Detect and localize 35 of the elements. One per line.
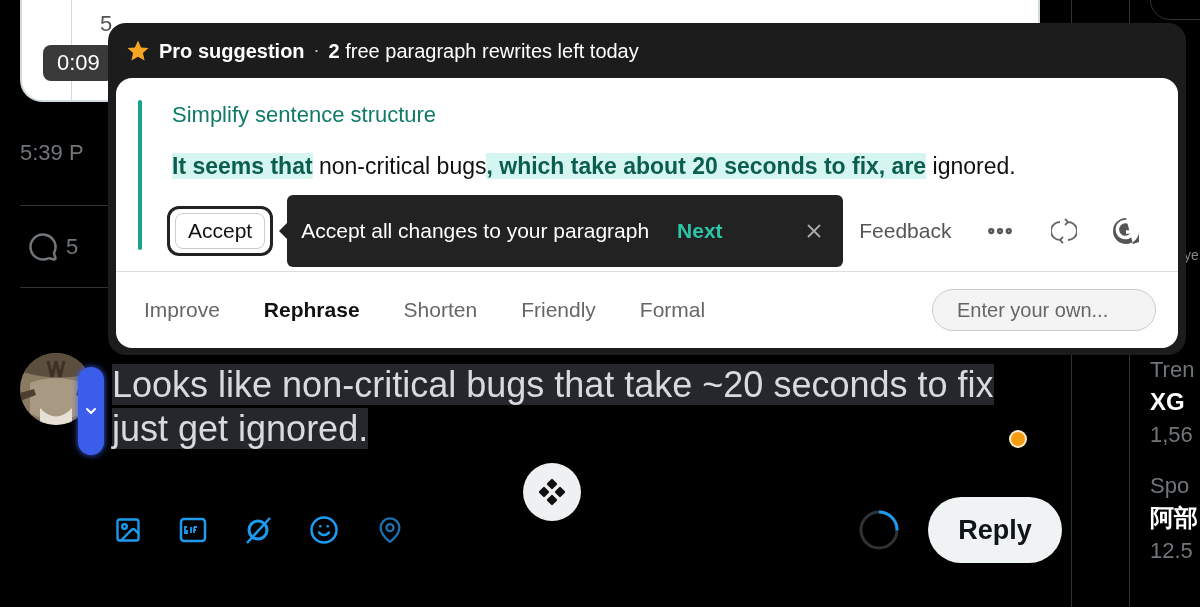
tooltip-text: Accept all changes to your paragraph xyxy=(301,218,650,245)
accept-button[interactable]: Accept xyxy=(167,206,274,256)
custom-prompt-field[interactable]: Enter your own... xyxy=(932,289,1156,331)
rewrite-tab[interactable]: Formal xyxy=(639,294,706,326)
suggested-sentence: It seems that non-critical bugs, which take about 20 seconds to fix, are ignored. xyxy=(172,152,1016,181)
rewrite-tab[interactable]: Improve xyxy=(144,294,220,326)
emoji-icon[interactable] xyxy=(309,515,339,545)
pro-title: Pro suggestion xyxy=(159,38,305,64)
trend-category: Tren xyxy=(1150,356,1196,384)
diamond-icon xyxy=(539,479,565,505)
rewrite-tab[interactable]: Rephrase xyxy=(263,294,360,326)
gif-icon[interactable] xyxy=(179,516,207,544)
feedback-button[interactable]: Feedback xyxy=(859,215,952,247)
progress-ring xyxy=(858,509,900,551)
grammarly-handle[interactable] xyxy=(78,367,104,455)
reply-button[interactable]: Reply xyxy=(928,497,1062,563)
trend-title[interactable]: XG xyxy=(1150,384,1200,420)
rewrites-left: 2 free paragraph rewrites left today xyxy=(328,38,639,64)
trend-count: 12.5 xyxy=(1150,537,1194,565)
line-number: 5 xyxy=(100,12,113,36)
next-button[interactable]: Next xyxy=(677,215,723,247)
comment-icon[interactable] xyxy=(28,231,58,262)
refresh-icon[interactable] xyxy=(1051,218,1078,244)
image-icon[interactable] xyxy=(114,516,142,544)
trend-category: Spo xyxy=(1150,472,1191,500)
rewrite-tab[interactable]: Shorten xyxy=(403,294,478,326)
trend-count: 1,56 xyxy=(1150,421,1194,449)
tweet-time: 5:39 P xyxy=(20,140,84,166)
slashed-circle-icon[interactable] xyxy=(244,516,272,544)
diamond-button[interactable] xyxy=(523,463,581,521)
separator: · xyxy=(313,39,320,62)
trend-title[interactable]: 阿部 xyxy=(1150,500,1200,536)
suggestion-title: Simplify sentence structure xyxy=(172,101,437,129)
reply-count: 5 xyxy=(66,233,79,261)
rewrite-tab[interactable]: Friendly xyxy=(521,294,596,326)
